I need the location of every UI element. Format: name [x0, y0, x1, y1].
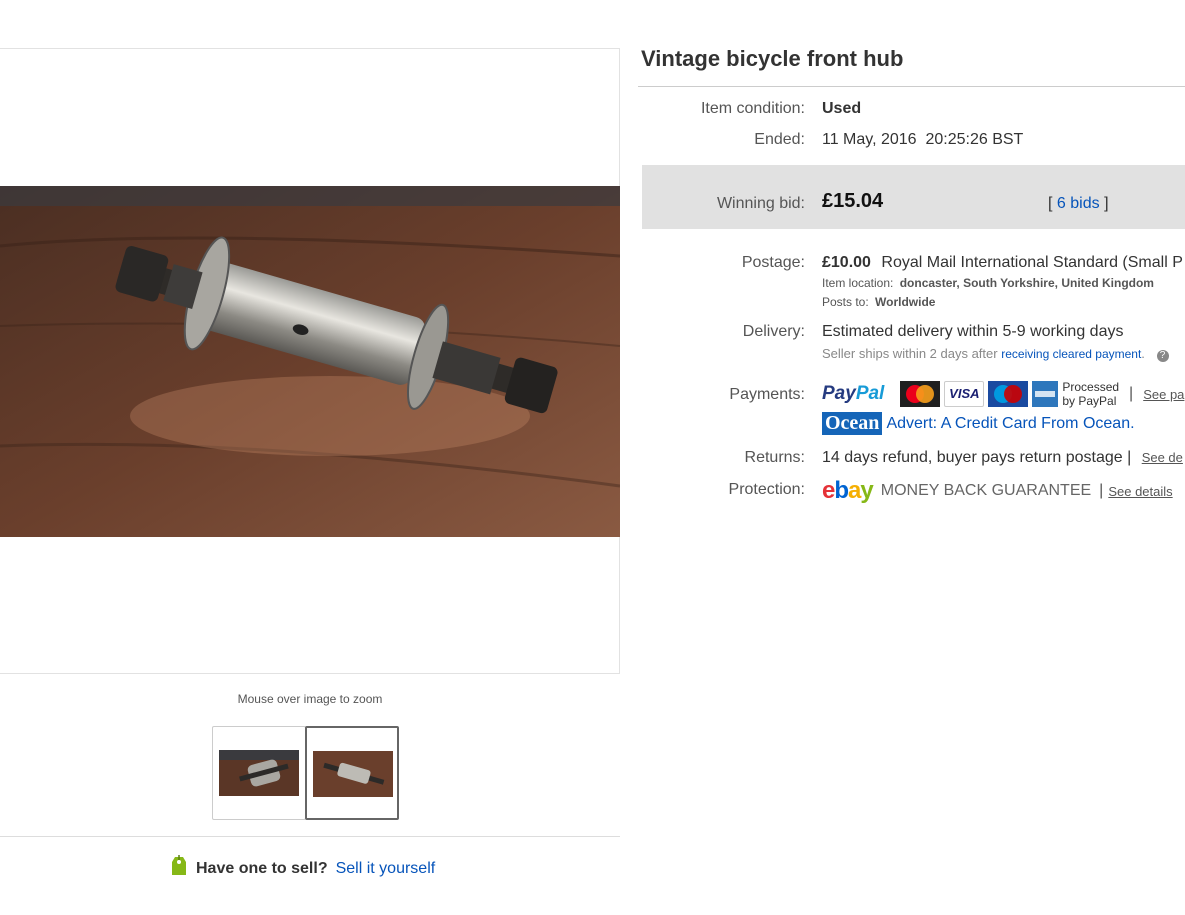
postage-value: £10.00 Royal Mail International Standard… — [822, 254, 1183, 272]
winning-bid-label: Winning bid: — [716, 195, 805, 212]
money-back-guarantee: MONEY BACK GUARANTEE — [880, 482, 1092, 499]
processed-by-paypal: Processed by PayPal — [1062, 380, 1120, 408]
condition-value: Used — [822, 100, 862, 117]
bid-count: [ 6 bids ] — [1048, 195, 1109, 213]
ended-label: Ended: — [754, 131, 805, 148]
paypal-logo: PayPal — [822, 383, 885, 404]
see-payment-details-link[interactable]: See pa — [1143, 387, 1184, 402]
postage-service: Royal Mail International Standard (Small… — [881, 254, 1183, 271]
sell-promo: Have one to sell? Sell it yourself — [170, 855, 435, 882]
protection-separator: | — [1099, 482, 1104, 499]
visa-icon: VISA — [944, 381, 985, 407]
seller-ships-text: Seller ships within 2 days after — [822, 346, 998, 361]
maestro-icon — [988, 381, 1029, 407]
sell-tag-icon — [170, 855, 188, 882]
sell-question: Have one to sell? — [196, 859, 328, 877]
posts-to: Posts to: Worldwide — [822, 295, 935, 309]
item-title: Vintage bicycle front hub — [641, 46, 904, 71]
returns-value: 14 days refund, buyer pays return postag… — [822, 449, 1183, 467]
returns-policy: 14 days refund, buyer pays return postag… — [822, 449, 1132, 466]
cleared-payment-link[interactable]: receiving cleared payment — [1001, 347, 1141, 361]
item-location-label: Item location: — [822, 276, 894, 290]
thumbnail-1[interactable] — [212, 726, 306, 820]
posts-to-label: Posts to: — [822, 295, 869, 309]
delivery-value: Estimated delivery within 5-9 working da… — [822, 323, 1124, 340]
delivery-label: Delivery: — [742, 323, 805, 340]
see-protection-details-link[interactable]: See details — [1108, 484, 1172, 499]
payments-separator: | — [1129, 385, 1134, 402]
ended-value: 11 May, 2016 20:25:26 BST — [822, 131, 1024, 148]
ocean-advert[interactable]: Ocean Advert: A Credit Card From Ocean. — [822, 412, 1135, 435]
divider — [0, 836, 620, 837]
see-returns-details-link[interactable]: See de — [1142, 450, 1183, 465]
item-location-value: doncaster, South Yorkshire, United Kingd… — [899, 276, 1154, 290]
mastercard-icon — [900, 381, 941, 407]
thumbnail-2-image — [313, 751, 393, 797]
ocean-logo: Ocean — [822, 412, 883, 435]
ocean-advert-link[interactable]: Advert: A Credit Card From Ocean. — [886, 415, 1134, 433]
title-divider — [638, 86, 1185, 87]
payments-label: Payments: — [729, 386, 805, 403]
zoom-hint: Mouse over image to zoom — [237, 692, 383, 706]
thumbnail-2[interactable] — [305, 726, 399, 820]
posts-to-value: Worldwide — [875, 295, 936, 309]
protection-value: ebay MONEY BACK GUARANTEE | See details — [822, 477, 1173, 505]
bids-open-bracket: [ — [1048, 195, 1053, 212]
thumbnail-1-image — [219, 750, 299, 796]
bids-close-bracket: ] — [1104, 195, 1109, 212]
amex-icon — [1032, 381, 1059, 407]
protection-label: Protection: — [728, 481, 805, 498]
postage-price: £10.00 — [822, 254, 871, 271]
sell-it-yourself-link[interactable]: Sell it yourself — [336, 860, 436, 878]
winning-bid-value: £15.04 — [822, 190, 884, 212]
payment-methods: PayPal VISA Processed by PayPal | See pa — [822, 380, 1184, 408]
seller-ships: Seller ships within 2 days after receivi… — [822, 346, 1169, 362]
condition-label: Item condition: — [700, 100, 805, 117]
help-icon[interactable]: ? — [1156, 350, 1169, 362]
main-item-photo[interactable] — [0, 186, 620, 537]
ebay-logo: ebay — [822, 477, 874, 504]
bid-history-link[interactable]: 6 bids — [1057, 195, 1100, 212]
seller-ships-dot: . — [1141, 346, 1145, 361]
item-location: Item location: doncaster, South Yorkshir… — [822, 276, 1154, 290]
returns-label: Returns: — [744, 449, 805, 466]
postage-label: Postage: — [741, 254, 805, 271]
